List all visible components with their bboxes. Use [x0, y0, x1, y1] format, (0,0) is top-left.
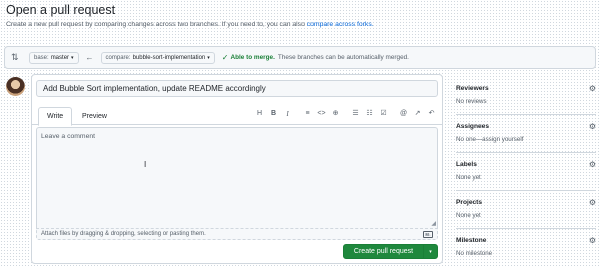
compare-branch-select[interactable]: compare: bubble-sort-implementation ▾ [100, 51, 215, 64]
arrow-left-icon: ← [85, 53, 94, 62]
base-branch-select[interactable]: base: master ▾ [29, 51, 79, 64]
labels-value: None yet [456, 174, 481, 181]
avatar [6, 77, 25, 96]
gear-icon[interactable]: ⚙ [589, 198, 596, 207]
compare-branch-value: bubble-sort-implementation [132, 54, 206, 61]
pull-request-form: Add Bubble Sort implementation, update R… [31, 74, 443, 264]
projects-value: None yet [456, 212, 481, 219]
subtitle-text: Create a new pull request by comparing c… [6, 21, 305, 28]
sidebar-divider [456, 228, 596, 229]
labels-label: Labels [456, 161, 477, 168]
merge-status-strong: Able to merge. [230, 54, 275, 61]
sidebar-divider [456, 114, 596, 115]
task-list-icon[interactable]: ☑ [379, 109, 388, 119]
milestone-value: No milestone [456, 250, 493, 257]
labels-section: Labels ⚙ None yet [456, 160, 596, 181]
editor-tab-strip: Write Preview H B I ≡ <> ⊕ ☰ ☷ ☑ @ ↗ ↶ [32, 103, 442, 126]
gear-icon[interactable]: ⚙ [589, 84, 596, 93]
page-subtitle: Create a new pull request by comparing c… [6, 21, 374, 28]
page-header: Open a pull request Create a new pull re… [6, 3, 374, 28]
compare-across-forks-link[interactable]: compare across forks. [307, 21, 374, 28]
projects-label: Projects [456, 199, 483, 206]
quote-icon[interactable]: ≡ [303, 109, 312, 119]
comment-textarea[interactable]: Leave a comment I ◢ [36, 127, 438, 228]
create-pull-request-label: Create pull request [353, 248, 414, 255]
code-icon[interactable]: <> [317, 109, 326, 119]
chevron-down-icon: ▾ [71, 54, 74, 61]
link-icon[interactable]: ⊕ [331, 109, 340, 119]
branch-compare-bar: ⇅ base: master ▾ ← compare: bubble-sort-… [4, 46, 596, 69]
create-pull-request-button[interactable]: Create pull request ▾ [343, 244, 438, 259]
merge-status: ✓ Able to merge. These branches can be a… [222, 53, 409, 62]
check-icon: ✓ [221, 53, 229, 62]
text-cursor-icon: I [144, 160, 147, 169]
reviewers-section: Reviewers ⚙ No reviews [456, 84, 596, 105]
heading-icon[interactable]: H [255, 109, 264, 119]
mention-icon[interactable]: @ [399, 109, 408, 119]
saved-replies-icon[interactable]: ↶ [427, 109, 436, 119]
projects-section: Projects ⚙ None yet [456, 198, 596, 219]
git-compare-icon: ⇅ [11, 52, 19, 62]
tab-write[interactable]: Write [38, 107, 73, 126]
assignees-section: Assignees ⚙ No one—assign yourself [456, 122, 596, 143]
gear-icon[interactable]: ⚙ [589, 236, 596, 245]
pull-request-title-input[interactable]: Add Bubble Sort implementation, update R… [36, 80, 438, 97]
markdown-icon: M↓ [423, 230, 433, 238]
comment-placeholder: Leave a comment [41, 133, 96, 140]
attach-files-text: Attach files by dragging & dropping, sel… [41, 231, 206, 237]
merge-status-detail: These branches can be automatically merg… [277, 54, 409, 61]
attach-files-bar[interactable]: Attach files by dragging & dropping, sel… [36, 228, 438, 240]
chevron-down-icon: ▾ [207, 54, 210, 61]
milestone-label: Milestone [456, 237, 487, 244]
base-branch-key: base: [34, 54, 49, 61]
assignees-value: No one—assign yourself [456, 136, 524, 143]
tab-preview[interactable]: Preview [74, 107, 115, 125]
resize-handle-icon[interactable]: ◢ [431, 221, 436, 227]
sidebar-divider [456, 152, 596, 153]
milestone-section: Milestone ⚙ No milestone [456, 236, 596, 257]
cross-reference-icon[interactable]: ↗ [413, 109, 422, 119]
reviewers-label: Reviewers [456, 85, 489, 92]
reviewers-value: No reviews [456, 98, 487, 105]
compare-branch-key: compare: [105, 54, 131, 61]
italic-icon[interactable]: I [283, 109, 292, 119]
assignees-label: Assignees [456, 123, 489, 130]
sidebar-divider [456, 190, 596, 191]
page-title: Open a pull request [6, 3, 116, 17]
base-branch-value: master [50, 54, 70, 61]
gear-icon[interactable]: ⚙ [589, 122, 596, 131]
bold-icon[interactable]: B [269, 109, 278, 119]
ordered-list-icon[interactable]: ☷ [365, 109, 374, 119]
chevron-down-icon[interactable]: ▾ [423, 245, 437, 258]
gear-icon[interactable]: ⚙ [589, 160, 596, 169]
unordered-list-icon[interactable]: ☰ [351, 109, 360, 119]
markdown-toolbar: H B I ≡ <> ⊕ ☰ ☷ ☑ @ ↗ ↶ [255, 109, 436, 119]
